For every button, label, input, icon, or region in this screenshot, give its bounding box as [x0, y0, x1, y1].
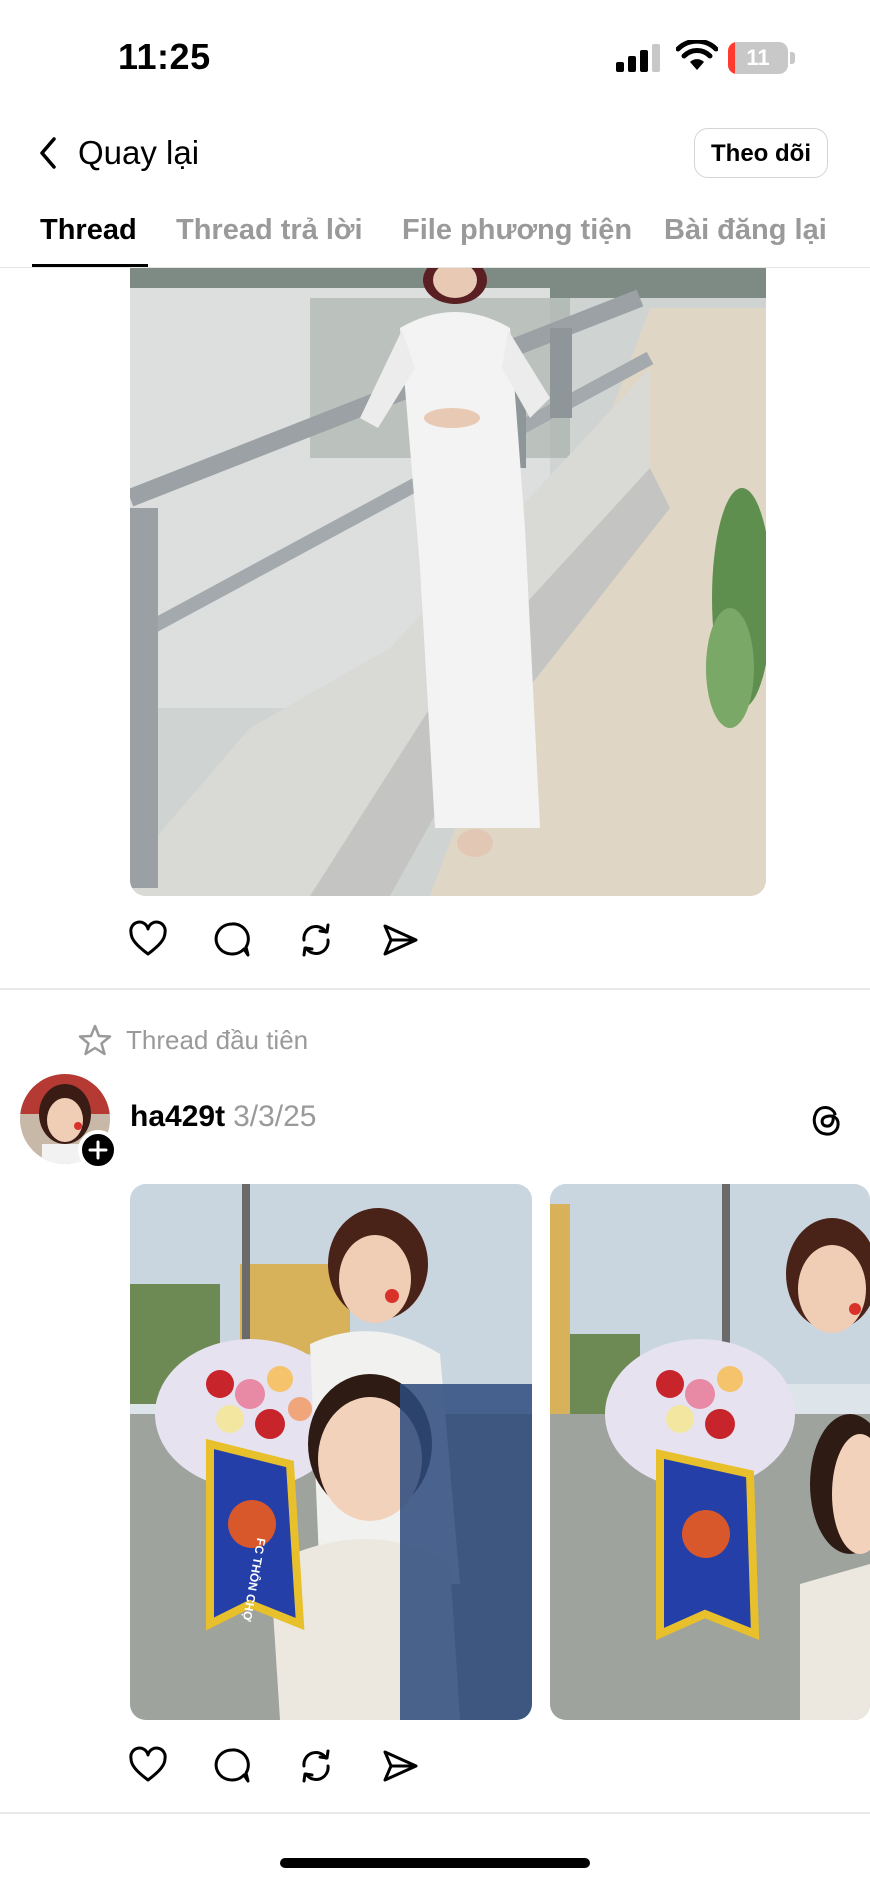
battery-icon: 11: [728, 42, 796, 74]
battery-tip: [790, 52, 795, 64]
star-icon: [78, 1024, 112, 1056]
selfie-photo-2: [550, 1184, 870, 1720]
carousel-image-2[interactable]: [550, 1184, 870, 1720]
post-actions: [128, 920, 428, 964]
comment-icon[interactable]: [212, 920, 252, 960]
post-actions: [128, 1746, 428, 1790]
post-divider: [0, 1812, 870, 1814]
status-bar: 11:25 11: [0, 0, 870, 110]
post-divider: [0, 988, 870, 990]
threads-logo-icon[interactable]: [806, 1100, 846, 1140]
heart-icon[interactable]: [128, 920, 168, 960]
chevron-left-icon: [40, 137, 56, 169]
home-indicator: [280, 1858, 590, 1868]
wifi-icon: [676, 40, 718, 70]
tab-reposts[interactable]: Bài đăng lại: [664, 214, 827, 247]
pinned-row: Thread đầu tiên: [78, 1020, 308, 1060]
plus-icon: [88, 1140, 108, 1160]
post-meta: ha429t 3/3/25: [130, 1100, 316, 1134]
tab-thread-replies[interactable]: Thread trả lời: [176, 214, 363, 247]
share-icon[interactable]: [380, 920, 420, 960]
tab-thread[interactable]: Thread: [40, 214, 137, 247]
heart-icon[interactable]: [128, 1746, 168, 1786]
pinned-label: Thread đầu tiên: [126, 1024, 309, 1055]
profile-header: Quay lại Theo dõi: [0, 112, 870, 192]
carousel-image-1[interactable]: FC THÔN CHỢ: [130, 1184, 532, 1720]
profile-tabs: Thread Thread trả lời File phương tiện B…: [0, 204, 870, 268]
back-button[interactable]: Quay lại: [36, 128, 199, 178]
repost-icon[interactable]: [296, 1746, 336, 1786]
battery-level: 11: [746, 45, 770, 70]
follow-add-badge[interactable]: [78, 1130, 118, 1170]
post-image[interactable]: [130, 268, 766, 896]
repost-icon[interactable]: [296, 920, 336, 960]
username[interactable]: ha429t: [130, 1100, 225, 1133]
battery-body: 11: [728, 42, 788, 74]
cellular-signal-icon: [616, 44, 660, 72]
comment-icon[interactable]: [212, 1746, 252, 1786]
share-icon[interactable]: [380, 1746, 420, 1786]
follow-button[interactable]: Theo dõi: [694, 128, 828, 178]
post-date: 3/3/25: [233, 1100, 317, 1133]
status-time: 11:25: [118, 36, 211, 77]
back-label: Quay lại: [78, 134, 200, 171]
selfie-photo-1: FC THÔN CHỢ: [130, 1184, 532, 1720]
ao-dai-photo: [130, 268, 766, 896]
active-tab-indicator: [32, 264, 148, 267]
tab-media[interactable]: File phương tiện: [402, 214, 632, 247]
